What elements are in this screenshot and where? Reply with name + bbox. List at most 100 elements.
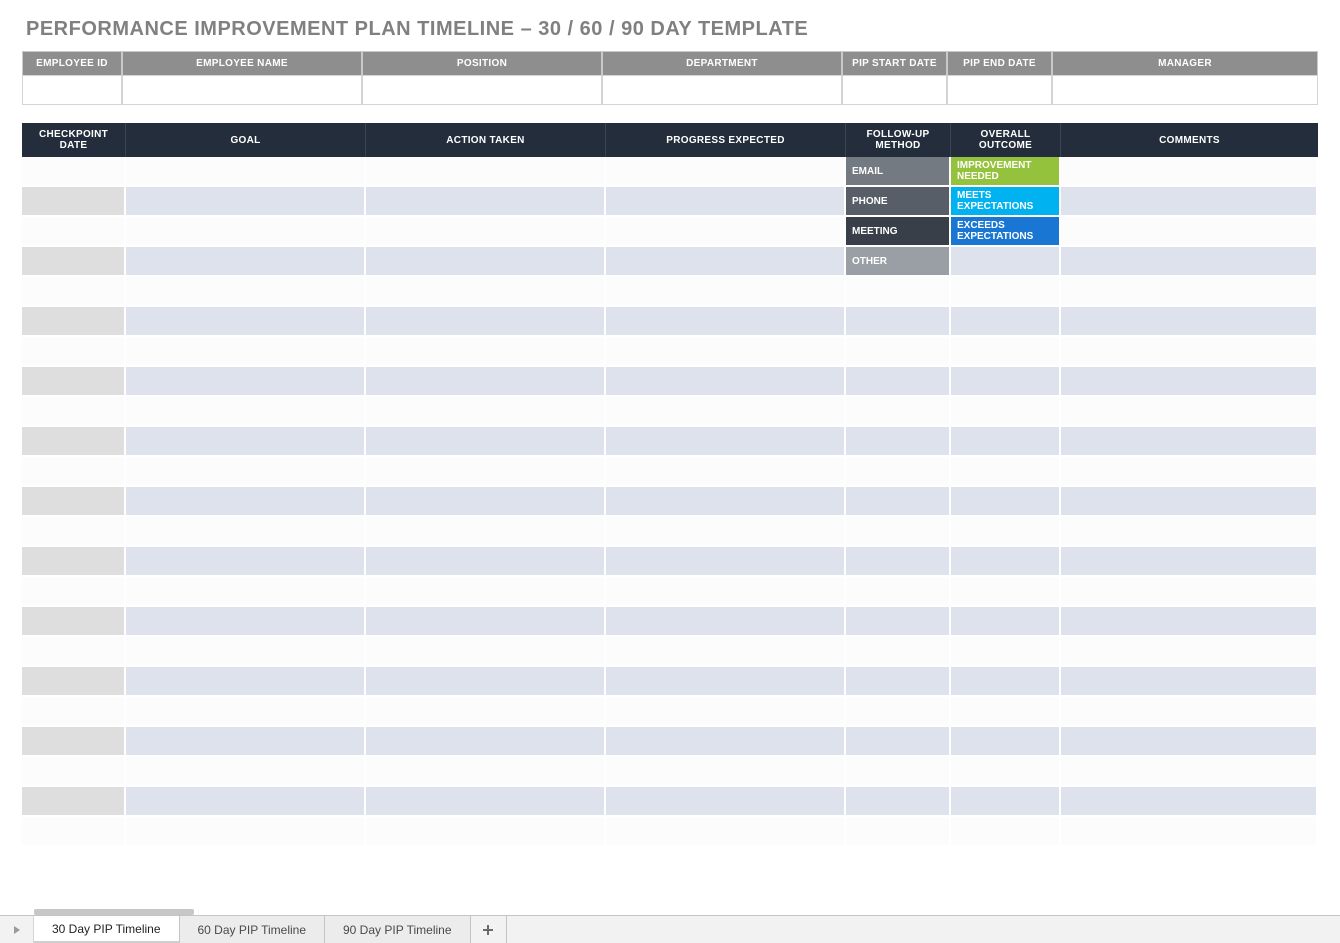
grid-cell[interactable] [366,817,606,847]
grid-cell[interactable] [606,307,846,337]
grid-cell[interactable] [951,577,1061,607]
tab-30-day[interactable]: 30 Day PIP Timeline [34,916,180,943]
grid-cell[interactable] [606,277,846,307]
cell-pip-start[interactable] [842,75,947,105]
grid-cell[interactable] [846,787,951,817]
grid-cell[interactable] [846,547,951,577]
grid-cell[interactable] [606,607,846,637]
grid-cell[interactable] [366,277,606,307]
grid-cell[interactable]: IMPROVEMENT NEEDED [951,157,1061,187]
grid-cell[interactable] [606,337,846,367]
grid-cell[interactable] [366,307,606,337]
grid-cell[interactable] [846,607,951,637]
grid-cell[interactable] [951,817,1061,847]
grid-cell[interactable] [1061,757,1318,787]
grid-cell[interactable] [846,757,951,787]
grid-cell[interactable] [126,727,366,757]
grid-cell[interactable] [951,277,1061,307]
grid-cell[interactable] [606,727,846,757]
grid-cell[interactable] [126,367,366,397]
grid-cell[interactable] [606,487,846,517]
grid-cell[interactable] [366,427,606,457]
grid-cell[interactable] [126,607,366,637]
grid-cell[interactable] [366,457,606,487]
grid-cell[interactable]: MEETS EXPECTATIONS [951,187,1061,217]
grid-cell[interactable] [1061,307,1318,337]
grid-cell[interactable] [951,427,1061,457]
grid-cell[interactable] [1061,367,1318,397]
grid-cell[interactable] [22,577,126,607]
grid-cell[interactable] [126,517,366,547]
grid-cell[interactable] [846,637,951,667]
grid-cell[interactable] [366,727,606,757]
grid-cell[interactable] [126,817,366,847]
grid-cell[interactable] [1061,817,1318,847]
grid-cell[interactable] [606,817,846,847]
cell-department[interactable] [602,75,842,105]
grid-cell[interactable] [1061,427,1318,457]
grid-cell[interactable] [951,247,1061,277]
grid-cell[interactable] [126,637,366,667]
grid-cell[interactable] [846,277,951,307]
grid-cell[interactable] [22,427,126,457]
grid-cell[interactable] [366,367,606,397]
grid-cell[interactable] [1061,607,1318,637]
grid-cell[interactable] [366,517,606,547]
grid-cell[interactable] [951,307,1061,337]
grid-cell[interactable] [22,487,126,517]
grid-cell[interactable] [22,637,126,667]
grid-cell[interactable] [366,577,606,607]
grid-cell[interactable] [22,727,126,757]
tab-90-day[interactable]: 90 Day PIP Timeline [325,916,471,943]
grid-cell[interactable] [22,817,126,847]
grid-cell[interactable] [22,397,126,427]
grid-cell[interactable] [22,667,126,697]
grid-cell[interactable] [366,607,606,637]
grid-cell[interactable] [606,577,846,607]
cell-employee-name[interactable] [122,75,362,105]
grid-cell[interactable] [126,427,366,457]
grid-cell[interactable] [126,787,366,817]
grid-cell[interactable] [1061,697,1318,727]
grid-cell[interactable] [22,607,126,637]
cell-employee-id[interactable] [22,75,122,105]
add-sheet-button[interactable] [471,916,507,943]
grid-cell[interactable] [126,547,366,577]
grid-cell[interactable] [606,787,846,817]
grid-cell[interactable] [366,757,606,787]
grid-cell[interactable] [1061,397,1318,427]
grid-cell[interactable] [1061,637,1318,667]
grid-cell[interactable]: OTHER [846,247,951,277]
grid-cell[interactable] [126,397,366,427]
grid-cell[interactable] [606,427,846,457]
grid-cell[interactable] [606,247,846,277]
grid-cell[interactable] [1061,247,1318,277]
grid-cell[interactable] [951,697,1061,727]
tab-nav-prev[interactable] [0,916,34,943]
grid-cell[interactable] [126,457,366,487]
grid-cell[interactable] [366,187,606,217]
grid-cell[interactable] [126,337,366,367]
grid-cell[interactable] [846,367,951,397]
grid-cell[interactable] [1061,727,1318,757]
grid-cell[interactable] [126,217,366,247]
grid-cell[interactable] [126,187,366,217]
grid-cell[interactable] [1061,487,1318,517]
grid-cell[interactable] [606,757,846,787]
grid-cell[interactable] [366,397,606,427]
grid-cell[interactable] [846,427,951,457]
grid-cell[interactable] [951,727,1061,757]
grid-cell[interactable] [1061,277,1318,307]
grid-cell[interactable] [846,397,951,427]
tab-60-day[interactable]: 60 Day PIP Timeline [180,916,326,943]
grid-cell[interactable] [846,817,951,847]
grid-cell[interactable] [366,637,606,667]
grid-cell[interactable] [1061,577,1318,607]
grid-cell[interactable] [606,187,846,217]
grid-cell[interactable] [606,697,846,727]
grid-cell[interactable] [951,367,1061,397]
grid-cell[interactable] [951,667,1061,697]
grid-cell[interactable] [846,577,951,607]
grid-cell[interactable] [126,247,366,277]
grid-cell[interactable] [22,217,126,247]
